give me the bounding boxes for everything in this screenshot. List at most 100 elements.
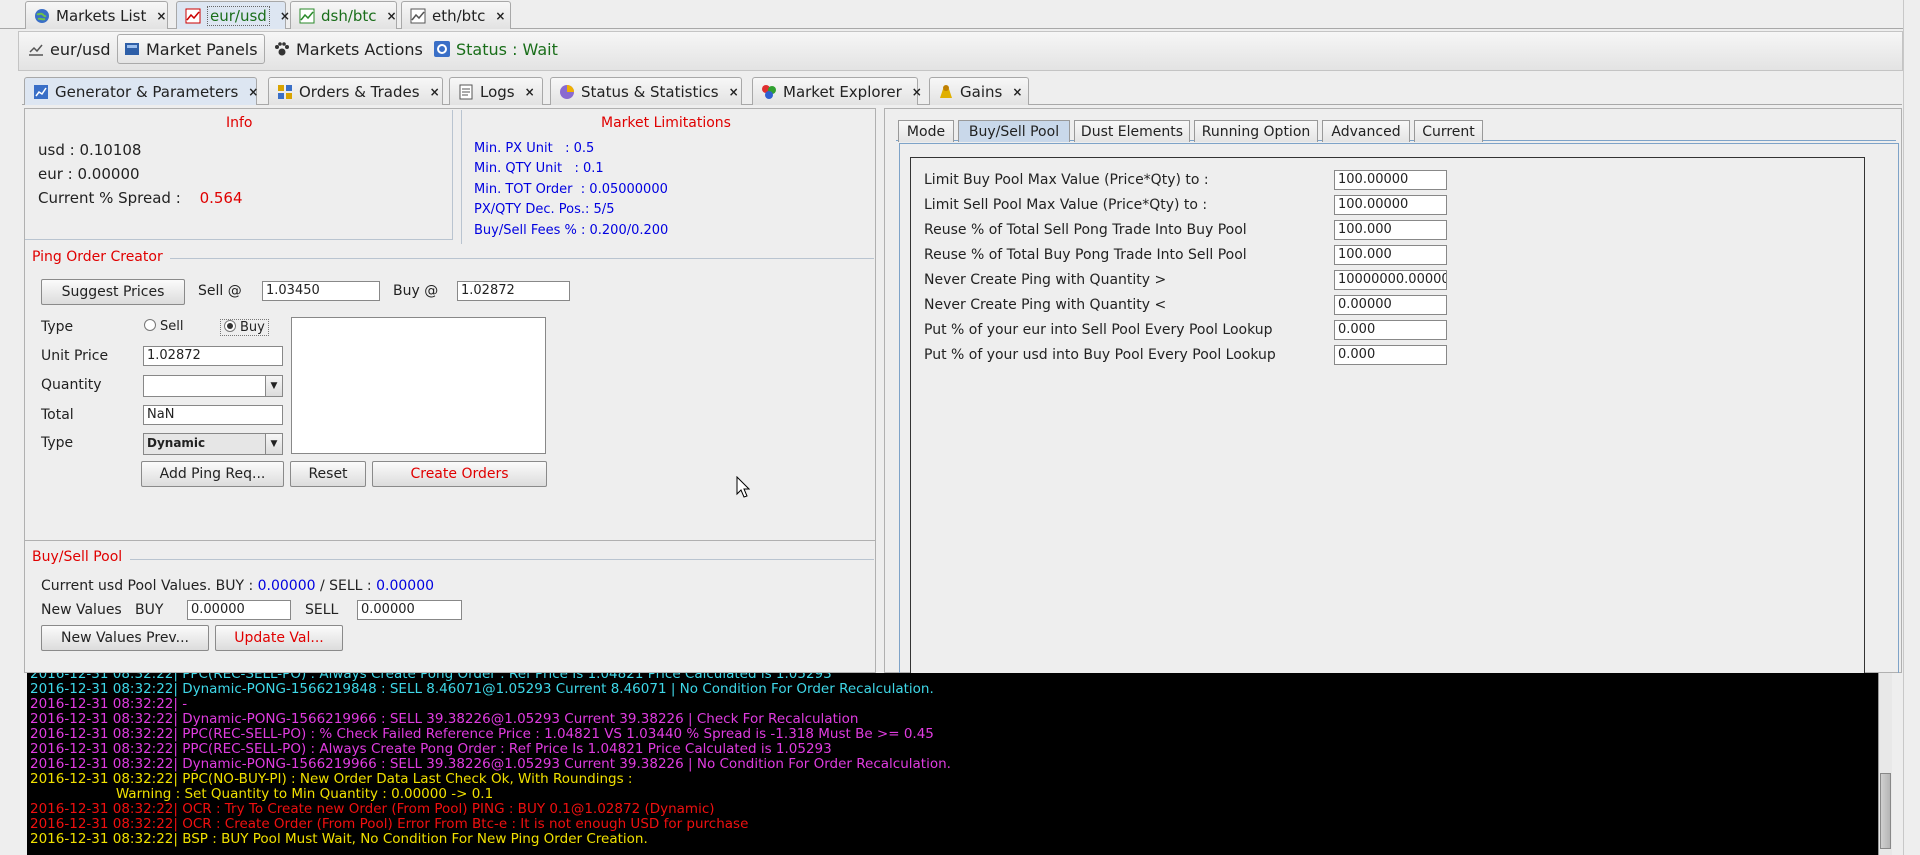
type-label: Type — [41, 319, 74, 335]
subtab-dust-elements[interactable]: Dust Elements — [1074, 120, 1190, 142]
update-values-button[interactable]: Update Val... — [215, 625, 343, 651]
new-buy-label: BUY — [135, 602, 164, 618]
chart-icon — [299, 8, 315, 24]
market-panels-button[interactable]: Market Panels — [117, 34, 265, 64]
grid-icon — [277, 84, 293, 100]
markets-actions-label: Markets Actions — [296, 39, 423, 59]
subtab-buy-sell-pool[interactable]: Buy/Sell Pool — [958, 120, 1070, 142]
subtab-mode[interactable]: Mode — [898, 120, 954, 142]
unit-price-label: Unit Price — [41, 348, 109, 364]
close-icon[interactable]: × — [1012, 85, 1022, 99]
panel-tab-logs[interactable]: Logs × — [449, 77, 543, 105]
log-scrollbar[interactable] — [1878, 673, 1892, 855]
panel-tab-label: Logs — [480, 82, 515, 101]
chart-icon — [185, 8, 201, 24]
close-icon[interactable]: × — [729, 85, 739, 99]
order-type-combo[interactable]: Dynamic ▼ — [143, 433, 283, 455]
market-button[interactable]: eur/usd — [22, 34, 117, 64]
radio-sell-circle[interactable] — [144, 319, 156, 331]
panel-tab-orders-trades[interactable]: Orders & Trades × — [268, 77, 443, 105]
param-label: Never Create Ping with Quantity < — [924, 297, 1167, 313]
radio-buy-circle[interactable] — [224, 320, 236, 332]
buy-price-input[interactable]: 1.02872 — [457, 281, 570, 301]
panel-tab-generator[interactable]: Generator & Parameters × — [24, 77, 258, 105]
panel-tab-status-statistics[interactable]: Status & Statistics × — [550, 77, 742, 105]
reset-button[interactable]: Reset — [290, 461, 366, 487]
param-input[interactable]: 0.00000 — [1334, 295, 1447, 315]
param-label: Limit Buy Pool Max Value (Price*Qty) to … — [924, 172, 1209, 188]
close-icon[interactable]: × — [430, 85, 440, 99]
chevron-down-icon[interactable]: ▼ — [265, 376, 282, 396]
panel-tab-gains[interactable]: Gains × — [929, 77, 1029, 105]
param-input[interactable]: 100.00000 — [1334, 195, 1447, 215]
ping-request-list[interactable] — [291, 317, 546, 454]
eur-label: eur — [38, 165, 63, 183]
ping-section-line — [170, 258, 874, 259]
radio-sell[interactable]: Sell — [144, 319, 183, 334]
new-sell-input[interactable]: 0.00000 — [357, 600, 462, 620]
top-tab-label: eth/btc — [432, 6, 486, 25]
panel-tab-market-explorer[interactable]: Market Explorer × — [752, 77, 922, 105]
top-tab-eth-btc[interactable]: eth/btc × — [401, 1, 511, 29]
pool-sell-value: 0.00000 — [376, 578, 435, 594]
sell-price-input[interactable]: 1.03450 — [262, 281, 380, 301]
param-input[interactable]: 100.000 — [1334, 245, 1447, 265]
pool-divider — [25, 540, 875, 541]
quantity-combo[interactable]: ▼ — [143, 375, 283, 397]
log-line: 2016-12-31 08:32:22| OCR : Try To Create… — [30, 801, 715, 817]
limits-line: PX/QTY Dec. Pos.: 5/5 — [474, 202, 615, 217]
new-buy-input[interactable]: 0.00000 — [187, 600, 291, 620]
radio-buy-label: Buy — [240, 320, 265, 335]
info-title: Info — [226, 115, 253, 131]
subtab-advanced[interactable]: Advanced — [1322, 120, 1410, 142]
unit-price-input[interactable]: 1.02872 — [143, 346, 283, 366]
close-icon[interactable]: × — [280, 9, 290, 23]
mouse-cursor-icon — [736, 475, 751, 498]
markets-actions-button[interactable]: Markets Actions — [268, 34, 429, 64]
close-icon[interactable]: × — [495, 9, 505, 23]
globe-icon — [34, 8, 50, 24]
close-icon[interactable]: × — [248, 85, 258, 99]
param-label: Put % of your eur into Sell Pool Every P… — [924, 322, 1273, 338]
close-icon[interactable]: × — [387, 9, 397, 23]
top-tab-markets-list[interactable]: Markets List × — [25, 1, 168, 29]
param-label: Reuse % of Total Sell Pong Trade Into Bu… — [924, 222, 1247, 238]
scrollbar-thumb[interactable] — [1880, 773, 1891, 849]
suggest-prices-button[interactable]: Suggest Prices — [41, 279, 185, 305]
param-input[interactable]: 100.00000 — [1334, 170, 1447, 190]
total-label: Total — [41, 407, 74, 423]
radio-sell-label: Sell — [160, 319, 184, 334]
limits-line: Buy/Sell Fees % : 0.200/0.200 — [474, 223, 669, 238]
param-input[interactable]: 10000000.00000 — [1334, 270, 1447, 290]
param-label: Put % of your usd into Buy Pool Every Po… — [924, 347, 1276, 363]
radio-buy[interactable]: Buy — [220, 319, 269, 336]
order-type-label: Type — [41, 435, 74, 451]
log-line: 2016-12-31 08:32:22| Dynamic-PONG-156621… — [30, 681, 934, 697]
close-icon[interactable]: × — [156, 9, 166, 23]
limits-line: Min. TOT Order : 0.05000000 — [474, 182, 668, 197]
log-console[interactable]: 2016-12-31 08:32:22| PPC(REC-SELL-PO) : … — [27, 673, 1878, 855]
param-input[interactable]: 0.000 — [1334, 320, 1447, 340]
log-icon — [458, 84, 474, 100]
gains-icon — [938, 84, 954, 100]
close-icon[interactable]: × — [525, 85, 535, 99]
chevron-down-icon[interactable]: ▼ — [265, 434, 282, 454]
pool-buy-value: 0.00000 — [257, 578, 316, 594]
subtab-running-option[interactable]: Running Option — [1194, 120, 1318, 142]
subtab-current[interactable]: Current — [1414, 120, 1483, 142]
limits-title: Market Limitations — [601, 115, 731, 131]
top-tab-dsh-btc[interactable]: dsh/btc × — [290, 1, 397, 29]
log-line: 2016-12-31 08:32:22| PPC(REC-SELL-PO) : … — [30, 726, 934, 742]
total-input[interactable]: NaN — [143, 405, 283, 425]
info-usd-row: usd : 0.10108 — [38, 141, 142, 159]
status-label: Status : Wait — [456, 39, 558, 59]
add-ping-request-button[interactable]: Add Ping Req... — [141, 461, 284, 487]
param-label: Limit Sell Pool Max Value (Price*Qty) to… — [924, 197, 1208, 213]
param-input[interactable]: 100.000 — [1334, 220, 1447, 240]
top-tab-eur-usd[interactable]: eur/usd × — [176, 1, 290, 29]
close-icon[interactable]: × — [912, 85, 922, 99]
new-values-preview-button[interactable]: New Values Prev... — [41, 625, 209, 651]
create-orders-button[interactable]: Create Orders — [372, 461, 547, 487]
panel-tab-label: Status & Statistics — [581, 82, 719, 101]
param-input[interactable]: 0.000 — [1334, 345, 1447, 365]
